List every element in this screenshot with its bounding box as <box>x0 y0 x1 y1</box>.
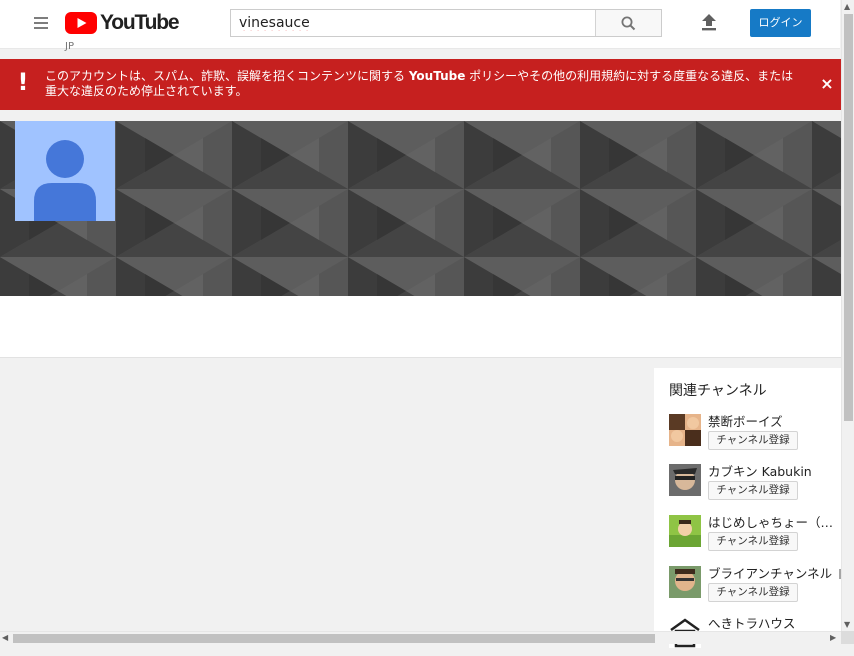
related-channels: 関連チャンネル 禁断ボーイズ チャンネル登録 カブキン Kabukin チャンネ… <box>654 368 849 648</box>
upload-icon[interactable] <box>700 13 718 35</box>
scrollbar-corner <box>841 631 854 644</box>
channel-thumbnail[interactable] <box>669 464 701 496</box>
search-button[interactable] <box>595 10 661 36</box>
menu-icon[interactable] <box>34 17 48 29</box>
alert-message: このアカウントは、スパム、詐欺、誤解を招くコンテンツに関する YouTube ポ… <box>45 69 795 99</box>
channel-header <box>0 296 841 358</box>
subscribe-button[interactable]: チャンネル登録 <box>708 481 798 500</box>
related-channel-item[interactable]: はじめしゃちょー（hajime） チャンネル登録 <box>669 515 841 555</box>
scroll-left-arrow-icon[interactable]: ◀ <box>2 633 8 642</box>
channel-name[interactable]: へきトラハウス <box>708 616 836 631</box>
masthead: YouTube JP ログイン <box>0 0 840 52</box>
horizontal-scroll-thumb[interactable] <box>13 634 655 643</box>
subscribe-button[interactable]: チャンネル登録 <box>708 431 798 450</box>
channel-thumbnail[interactable] <box>669 566 701 598</box>
youtube-logo[interactable]: YouTube <box>65 11 180 34</box>
alert-text-before: このアカウントは、スパム、詐欺、誤解を招くコンテンツに関する <box>45 69 409 83</box>
vertical-scroll-thumb[interactable] <box>844 14 853 421</box>
login-button[interactable]: ログイン <box>750 9 811 37</box>
horizontal-scrollbar[interactable]: ◀ ▶ <box>0 631 841 644</box>
close-icon[interactable]: × <box>820 74 834 94</box>
subscribe-button[interactable]: チャンネル登録 <box>708 583 798 602</box>
scroll-right-arrow-icon[interactable]: ▶ <box>830 633 836 642</box>
youtube-play-icon <box>65 12 97 34</box>
alert-text-brand: YouTube <box>408 69 466 83</box>
channel-name[interactable]: 禁断ボーイズ <box>708 414 836 429</box>
region-label: JP <box>65 41 74 52</box>
channel-name[interactable]: ブライアンチャンネル <box>708 566 836 581</box>
channel-name[interactable]: はじめしゃちょー（hajime） <box>708 515 836 530</box>
related-channel-item[interactable]: ブライアンチャンネル ✓ チャンネル登録 <box>669 566 849 606</box>
subscribe-button[interactable]: チャンネル登録 <box>708 532 798 551</box>
scroll-up-arrow-icon[interactable]: ▲ <box>844 2 850 11</box>
scroll-down-arrow-icon[interactable]: ▼ <box>844 620 850 629</box>
alert-icon: ! <box>17 68 29 96</box>
channel-name[interactable]: カブキン Kabukin <box>708 464 836 479</box>
vertical-scrollbar[interactable]: ▲ ▼ <box>841 0 854 644</box>
related-channels-title: 関連チャンネル <box>669 383 767 399</box>
banner-pattern <box>0 121 841 296</box>
logo-text: YouTube <box>100 11 180 34</box>
default-avatar-icon[interactable] <box>15 121 115 221</box>
channel-banner <box>0 121 841 296</box>
search-icon <box>621 16 636 31</box>
channel-thumbnail[interactable] <box>669 414 701 446</box>
related-channel-item[interactable]: 禁断ボーイズ チャンネル登録 <box>669 414 841 454</box>
account-terminated-alert: ! このアカウントは、スパム、詐欺、誤解を招くコンテンツに関する YouTube… <box>0 59 841 110</box>
search-box <box>230 9 662 37</box>
search-input[interactable] <box>231 10 597 36</box>
related-channel-item[interactable]: カブキン Kabukin チャンネル登録 <box>669 464 841 504</box>
channel-thumbnail[interactable] <box>669 515 701 547</box>
